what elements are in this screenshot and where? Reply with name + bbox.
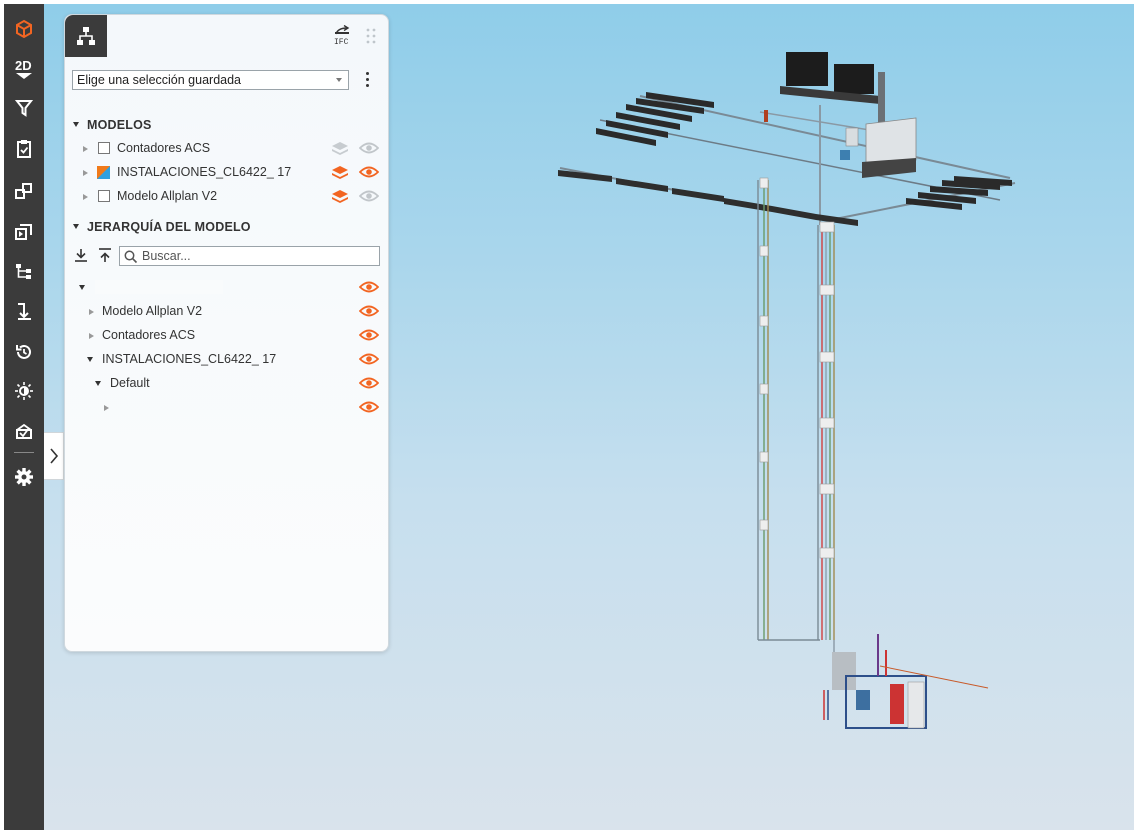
validation-icon[interactable]	[4, 416, 44, 446]
layers-icon[interactable]	[331, 141, 349, 157]
model-row-instalaciones[interactable]: INSTALACIONES_CL6422_ 17	[65, 162, 388, 184]
model-tree-icon	[77, 27, 95, 45]
saved-selection-value: Elige una selección guardada	[77, 73, 242, 87]
models-section-header[interactable]: MODELOS	[73, 118, 152, 132]
tree-row-instalaciones[interactable]: INSTALACIONES_CL6422_ 17	[65, 349, 388, 371]
tree-label: Default	[110, 376, 150, 390]
collapse-triangle-icon[interactable]	[79, 285, 85, 290]
model-label: Contadores ACS	[117, 141, 211, 155]
tree-label: Modelo Allplan V2	[102, 304, 203, 318]
section-icon[interactable]	[4, 296, 44, 326]
compare-models-icon[interactable]	[4, 176, 44, 206]
layers-icon[interactable]	[331, 189, 349, 205]
model-label: INSTALACIONES_CL6422_ 17	[117, 165, 292, 179]
drag-handle-icon[interactable]	[365, 27, 377, 47]
expand-triangle-icon[interactable]	[89, 333, 94, 339]
tree-row-allplan[interactable]: Modelo Allplan V2	[65, 301, 388, 323]
toolbar-divider	[14, 452, 34, 453]
chevron-down-icon	[336, 78, 342, 82]
expand-triangle-icon[interactable]	[89, 309, 94, 315]
chevron-right-icon	[49, 448, 58, 464]
collapse-triangle-icon[interactable]	[87, 357, 93, 362]
expand-all-icon[interactable]	[73, 247, 89, 263]
logo-cube-icon[interactable]	[4, 14, 44, 44]
model-row-allplan[interactable]: Modelo Allplan V2	[65, 186, 388, 208]
saved-selection-dropdown[interactable]: Elige una selección guardada	[72, 70, 349, 90]
expand-triangle-icon[interactable]	[104, 405, 109, 411]
search-placeholder: Buscar...	[142, 249, 191, 263]
visibility-eye-icon[interactable]	[359, 376, 379, 390]
collapse-triangle-icon	[73, 224, 79, 229]
visibility-eye-icon[interactable]	[359, 141, 379, 155]
visibility-eye-icon[interactable]	[359, 400, 379, 414]
tab-model-tree[interactable]	[65, 15, 107, 57]
visibility-eye-icon[interactable]	[359, 328, 379, 342]
visibility-eye-icon[interactable]	[359, 165, 379, 179]
model-checkbox[interactable]	[98, 190, 110, 202]
collapse-triangle-icon[interactable]	[95, 381, 101, 386]
model-color-checkbox[interactable]	[97, 166, 110, 179]
models-section-title: MODELOS	[87, 118, 152, 132]
tree-label: INSTALACIONES_CL6422_ 17	[102, 352, 277, 366]
search-icon	[124, 250, 138, 264]
model-label: Modelo Allplan V2	[117, 189, 218, 203]
more-options-button[interactable]	[363, 70, 371, 92]
lighting-icon[interactable]	[4, 376, 44, 406]
hierarchy-icon[interactable]	[4, 256, 44, 286]
hierarchy-section-title: JERARQUÍA DEL MODELO	[87, 220, 251, 234]
expand-triangle-icon[interactable]	[83, 146, 88, 152]
ifc-export-icon: IFC	[334, 24, 350, 47]
filter-icon[interactable]	[4, 93, 44, 123]
visibility-eye-icon[interactable]	[359, 352, 379, 366]
model-checkbox[interactable]	[98, 142, 110, 154]
visibility-eye-icon[interactable]	[359, 280, 379, 294]
collapse-triangle-icon	[73, 122, 79, 127]
model-row-contadores[interactable]: Contadores ACS	[65, 138, 388, 160]
svg-text:2D: 2D	[15, 58, 32, 73]
expand-triangle-icon[interactable]	[83, 194, 88, 200]
2d-view-icon: 2D	[15, 58, 32, 79]
ifc-export-button[interactable]: IFC	[333, 24, 353, 47]
hierarchy-section-header[interactable]: JERARQUÍA DEL MODELO	[73, 220, 251, 234]
panel-tabbar: IFC	[65, 15, 388, 57]
main-toolbar: 2D	[4, 4, 44, 830]
tree-root-label	[95, 280, 223, 294]
layers-icon[interactable]	[331, 165, 349, 181]
clipboard-check-icon[interactable]	[4, 134, 44, 164]
visibility-eye-icon[interactable]	[359, 304, 379, 318]
models-panel: IFC Elige una selección guardada MODELOS…	[64, 14, 389, 652]
settings-icon[interactable]	[4, 462, 44, 492]
hierarchy-search-input[interactable]: Buscar...	[119, 246, 380, 266]
tree-row-child[interactable]	[65, 397, 388, 419]
2d-view-button[interactable]: 2D	[4, 54, 44, 84]
expand-triangle-icon[interactable]	[83, 170, 88, 176]
panel-collapse-button[interactable]	[44, 432, 64, 480]
tree-row-root[interactable]	[65, 277, 388, 299]
tree-label: Contadores ACS	[102, 328, 196, 342]
presentation-icon[interactable]	[4, 217, 44, 247]
tree-row-default[interactable]: Default	[65, 373, 388, 395]
visibility-eye-icon[interactable]	[359, 189, 379, 203]
svg-text:IFC: IFC	[334, 38, 349, 47]
collapse-all-icon[interactable]	[97, 247, 113, 263]
history-icon[interactable]	[4, 337, 44, 367]
tree-row-contadores[interactable]: Contadores ACS	[65, 325, 388, 347]
